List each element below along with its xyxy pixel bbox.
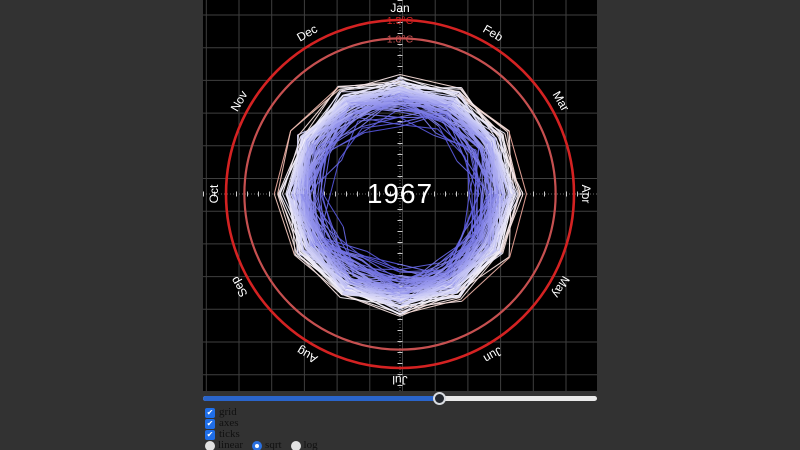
radial-chart: 1.5°C 1.0°CJanFebMarAprMayJunJulAugSepOct… [203,0,597,391]
threshold-label-1p0: 1.0°C [387,33,414,45]
scale-radio-group: linear sqrt log [205,440,597,450]
radio-label-log: log [304,440,318,450]
month-labels: JanFebMarAprMayJunJulAugSepOctNovDec [207,1,593,387]
checkbox-axes[interactable]: ✔ [205,419,215,429]
checkbox-ticks[interactable]: ✔ [205,430,215,440]
axis-ticks [203,0,597,391]
spiral-canvas: 1.5°C 1.0°CJanFebMarAprMayJunJulAugSepOct… [203,0,597,391]
radio-item-sqrt: sqrt [252,440,282,450]
month-label-apr: Apr [579,185,593,204]
year-slider[interactable] [203,391,597,406]
month-label-jan: Jan [390,1,409,15]
year-segment [347,102,400,103]
radio-linear[interactable] [205,441,215,450]
checkbox-grid[interactable]: ✔ [205,408,215,418]
checkbox-row-ticks: ✔ticks [205,429,597,440]
slider-fill [203,396,439,401]
checkbox-row-grid: ✔grid [205,407,597,418]
control-panel: ✔grid✔axes✔ticks linear sqrt log [203,391,597,450]
radio-item-linear: linear [205,440,243,450]
month-label-oct: Oct [207,184,221,203]
climate-spiral-app: 1.5°C 1.0°CJanFebMarAprMayJunJulAugSepOct… [0,0,800,450]
radio-item-log: log [291,440,318,450]
radio-label-linear: linear [218,440,243,450]
slider-track[interactable] [203,396,597,401]
year-segment [400,117,434,135]
radio-sqrt[interactable] [252,441,262,450]
month-label-jul: Jul [392,373,407,387]
threshold-label-1p5: 1.5°C [387,15,414,27]
radio-log[interactable] [291,441,301,450]
checkbox-row-axes: ✔axes [205,418,597,429]
radio-label-sqrt: sqrt [265,440,282,450]
checkbox-group: ✔grid✔axes✔ticks [203,407,597,440]
slider-thumb[interactable] [433,392,446,405]
